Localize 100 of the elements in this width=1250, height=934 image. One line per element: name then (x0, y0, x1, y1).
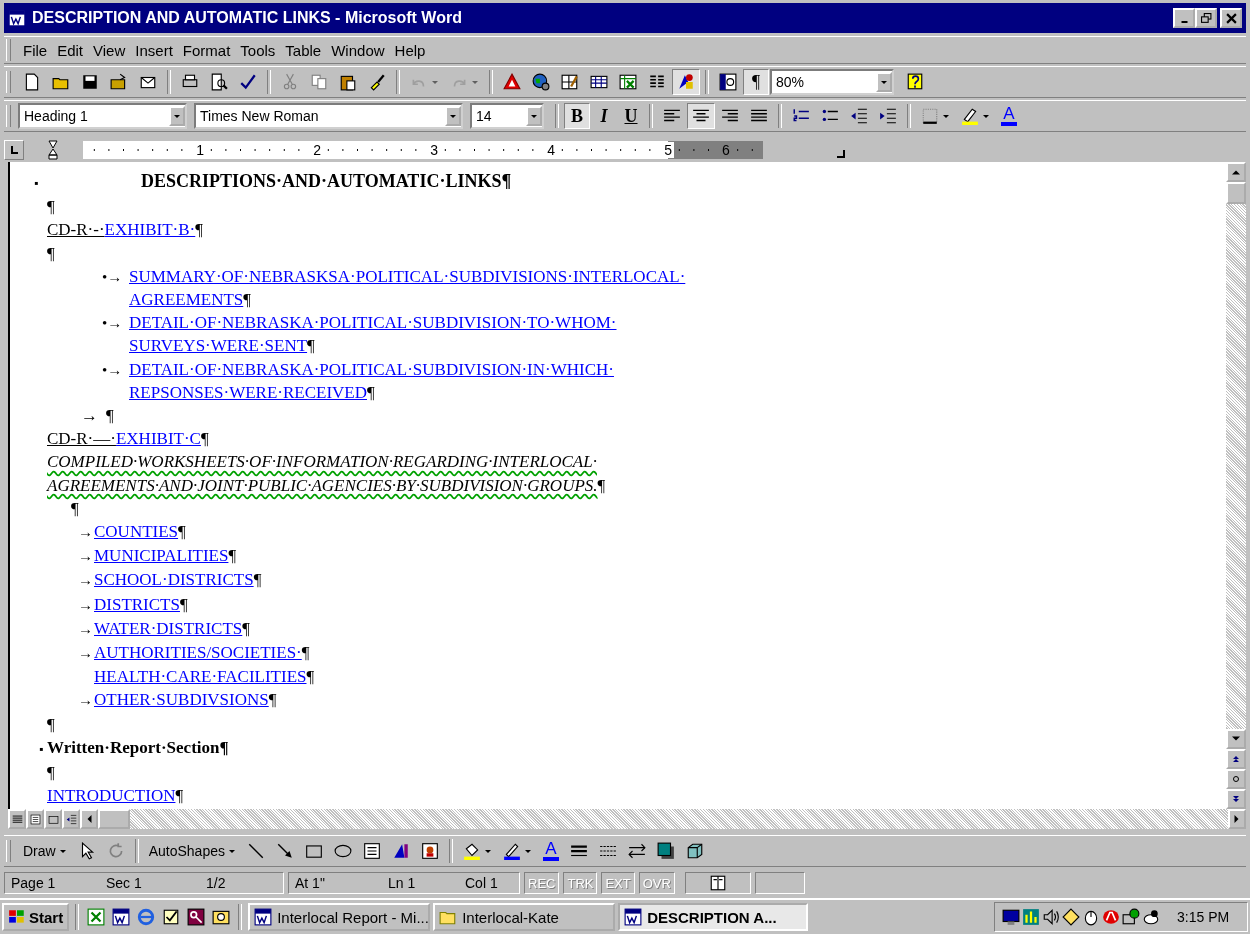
menu-item[interactable]: Format (178, 39, 235, 61)
caret-icon (982, 113, 990, 119)
hyperlink[interactable]: OTHER·SUBDIVSIONS (94, 688, 269, 712)
caret-icon (483, 848, 492, 854)
next-page-button[interactable] (1226, 789, 1246, 809)
monitor-tray-button[interactable] (1001, 908, 1020, 926)
clock: 3:15 PM (1177, 909, 1231, 925)
text-box-icon (29, 813, 41, 825)
view-button[interactable] (44, 809, 62, 829)
menu-item[interactable]: Edit (53, 39, 88, 61)
exhibit-link[interactable]: EXHIBIT·B· (104, 218, 196, 242)
caret-icon (173, 113, 181, 119)
show-formatting-button[interactable]: ¶ (743, 69, 769, 95)
font-dropdown[interactable]: Times New Roman (194, 103, 463, 129)
text-style-button[interactable]: B (564, 103, 590, 129)
align-center-button[interactable] (687, 103, 715, 129)
menu-item[interactable]: Insert (131, 39, 177, 61)
pilcrow: ¶ (71, 497, 79, 520)
word-document-icon (254, 908, 273, 926)
word-document-icon (624, 908, 643, 926)
ellipse-icon (333, 842, 352, 860)
double-down-arrow-icon (1232, 795, 1240, 803)
scroll-thumb[interactable] (98, 809, 130, 829)
draw-menu-button[interactable]: Draw (18, 838, 72, 864)
minimize-button[interactable] (1173, 8, 1195, 28)
font-size-dropdown[interactable]: 14 (470, 103, 544, 129)
down-arrow-icon (1232, 735, 1240, 743)
hyperlink[interactable]: COUNTIES (94, 520, 179, 544)
font-color-button[interactable]: A (537, 838, 564, 864)
pilcrow: ¶ (268, 689, 277, 712)
right-margin-marker-icon (836, 149, 846, 159)
caret-icon (471, 79, 479, 85)
style-dropdown[interactable]: Heading 1 (18, 103, 187, 129)
word-document-icon (8, 9, 26, 27)
hyperlink[interactable]: AUTHORITIES/SOCIETIES· (94, 641, 302, 665)
checklist-icon (162, 908, 181, 926)
text-style-button[interactable]: U (618, 103, 644, 129)
hyperlink-paragraph[interactable]: DETAIL·OF·NEBRASKA·POLITICAL·SUBDIVISION·IN·WHICH· REPSONSES·WERE·RECEIVED¶ (129, 357, 614, 405)
taskbar-button[interactable]: Interlocal Report - Mi... (248, 903, 431, 931)
menu-item[interactable]: Tools (236, 39, 280, 61)
bars-chart-tray-button[interactable] (1021, 908, 1040, 926)
zoom-dropdown[interactable]: 80% (770, 69, 894, 95)
scroll-right-button[interactable] (1228, 809, 1246, 829)
tab-selector[interactable] (4, 140, 24, 160)
hyperlink[interactable]: HEALTH·CARE·FACILITIES (94, 665, 307, 689)
view-button[interactable] (26, 809, 44, 829)
font-color-button[interactable]: A (996, 103, 1022, 129)
scroll-left-button[interactable] (80, 809, 98, 829)
taskbar-button[interactable]: DESCRIPTION A... (618, 903, 809, 931)
close-button[interactable] (1220, 8, 1242, 28)
speaker-tray-button[interactable] (1041, 908, 1060, 926)
scroll-thumb[interactable] (1226, 182, 1246, 204)
hyperlink[interactable]: DISTRICTS (94, 592, 180, 616)
ruler-number: 6 (720, 142, 732, 158)
hyperlink[interactable]: MUNICIPALITIES (94, 544, 229, 568)
menu-item[interactable]: View (89, 39, 130, 61)
hyperlink-paragraph[interactable]: DETAIL·OF·NEBRASKA·POLITICAL·SUBDIVISION·TO·WHOM· SURVEYS·WERE·SENT¶ (129, 311, 617, 358)
tab-arrow: → (78, 547, 94, 567)
view-button[interactable] (8, 809, 26, 829)
hyperlink[interactable]: INTRODUCTION (47, 784, 176, 808)
bullet-arrow: •→ (102, 360, 124, 380)
hyperlink[interactable]: WATER·DISTRICTS (94, 616, 243, 641)
ruler-number: 4 (545, 142, 557, 158)
start-button[interactable]: Start (2, 903, 70, 931)
pencil-diamond-tray-button[interactable] (1061, 908, 1080, 926)
tab-arrow: → (78, 571, 94, 591)
word-document-icon (112, 908, 131, 926)
browse-object-button[interactable] (1226, 769, 1246, 789)
status-text: Col 1 (465, 875, 498, 891)
vertical-scrollbar[interactable] (1226, 162, 1246, 809)
status-panel (754, 872, 805, 894)
exhibit-label: CD-R·—· (47, 428, 116, 451)
right-arrow-icon (1233, 815, 1241, 823)
computer-globe-tray-button[interactable] (1121, 908, 1140, 926)
text-style-button[interactable]: I (591, 103, 617, 129)
hyperlink[interactable]: SCHOOL·DISTRICTS (94, 568, 254, 592)
status-text: Ln 1 (388, 875, 417, 891)
restore-button[interactable] (1195, 8, 1217, 28)
monitor-icon (1001, 908, 1020, 926)
logo-tray-button[interactable] (1101, 908, 1120, 926)
drawing-button[interactable] (672, 69, 700, 95)
scroll-down-button[interactable] (1226, 729, 1246, 749)
hyperlink-paragraph[interactable]: SUMMARY·OF·NEBRASKSA·POLITICAL·SUBDIVISIONS·INTERLOCAL· AGREEMENTS¶ (129, 264, 686, 312)
scroll-up-button[interactable] (1226, 162, 1246, 182)
autoshapes-menu-button[interactable]: AutoShapes (143, 838, 241, 864)
pilcrow: ¶ (228, 545, 237, 568)
previous-page-button[interactable] (1226, 749, 1246, 769)
tab-arrow: → (81, 405, 99, 428)
menu-item[interactable]: File (19, 39, 52, 61)
menu-item[interactable]: Window (327, 39, 389, 61)
menu-item[interactable]: Table (281, 39, 326, 61)
pilcrow: ¶ (200, 428, 209, 451)
window-title: DESCRIPTION AND AUTOMATIC LINKS - Microsoft Word (32, 9, 463, 27)
close-icon (1225, 12, 1237, 24)
taskbar-button[interactable]: Interlocal-Kate (433, 903, 616, 931)
ruler-number: 5 (662, 142, 674, 158)
exhibit-link[interactable]: EXHIBIT·C (115, 427, 201, 451)
indent-marker-icon[interactable] (48, 139, 58, 161)
view-button[interactable] (62, 809, 80, 829)
menu-item[interactable]: Help (390, 39, 430, 61)
